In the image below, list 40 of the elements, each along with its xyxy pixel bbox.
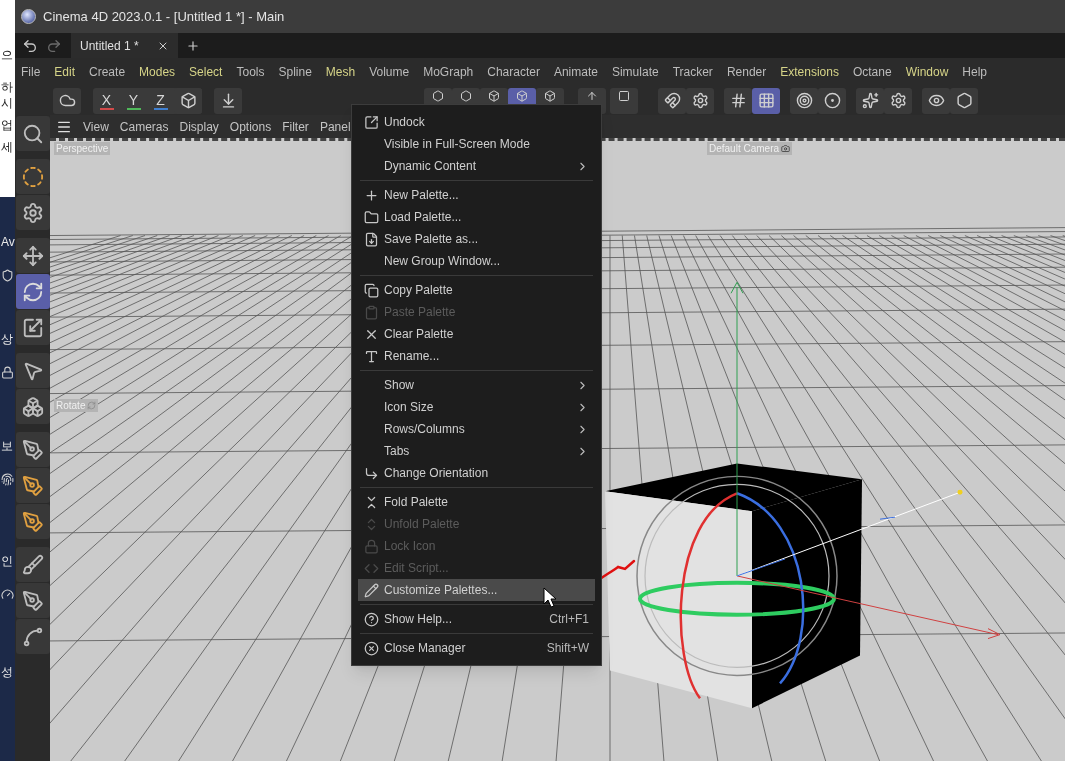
- menu-item-label: Copy Palette: [384, 282, 453, 299]
- menu-item-label: Paste Palette: [384, 304, 456, 321]
- menu-item-label: Rows/Columns: [384, 421, 465, 438]
- menu-item-label: Lock Icon: [384, 538, 436, 555]
- background-text: 시: [1, 96, 13, 110]
- menu-item-label: Undock: [384, 114, 425, 131]
- shortcut-label: Shift+W: [546, 640, 589, 657]
- background-text: 업: [1, 118, 13, 132]
- camera-label: Default Camera: [707, 142, 793, 155]
- background-text: 세: [1, 140, 13, 154]
- view-label: Perspective: [54, 142, 111, 155]
- shortcut-label: Ctrl+F1: [549, 611, 589, 628]
- menu-item-label: Load Palette...: [384, 209, 462, 226]
- menu-item-label: Dynamic Content: [384, 158, 477, 175]
- background-text: Av: [1, 235, 15, 249]
- menu-item-label: Tabs: [384, 443, 410, 460]
- menu-item-label: Visible in Full-Screen Mode: [384, 136, 530, 153]
- menu-item-label: Show: [384, 377, 415, 394]
- background-text: 성: [1, 665, 13, 679]
- menu-item-label: Change Orientation: [384, 465, 489, 482]
- menu-item-label: Show Help...: [384, 611, 453, 628]
- menu-item-label: Rename...: [384, 348, 440, 365]
- background-text: 인: [1, 554, 13, 568]
- background-text: 하: [1, 80, 13, 94]
- menu-item-label: Customize Palettes...: [384, 582, 498, 599]
- menu-item-label: Edit Script...: [384, 560, 449, 577]
- background-text: 보: [1, 439, 13, 453]
- menu-item-label: Clear Palette: [384, 326, 454, 343]
- background-text: 상: [1, 332, 13, 346]
- menu-item-label: Save Palette as...: [384, 231, 479, 248]
- menu-item-label: Unfold Palette: [384, 516, 460, 533]
- menu-item-label: New Palette...: [384, 187, 459, 204]
- tool-label: Rotate: [54, 399, 99, 412]
- menu-item-label: New Group Window...: [384, 253, 501, 270]
- window-title: Cinema 4D 2023.0.1 - [Untitled 1 *] - Main: [43, 7, 285, 26]
- tab-label: Untitled 1 *: [80, 37, 139, 55]
- menu-item-label: Icon Size: [384, 399, 434, 416]
- menu-item-label: Close Manager: [384, 640, 466, 657]
- menu-item-label: Fold Palette: [384, 494, 449, 511]
- background-text: 으: [1, 48, 13, 62]
